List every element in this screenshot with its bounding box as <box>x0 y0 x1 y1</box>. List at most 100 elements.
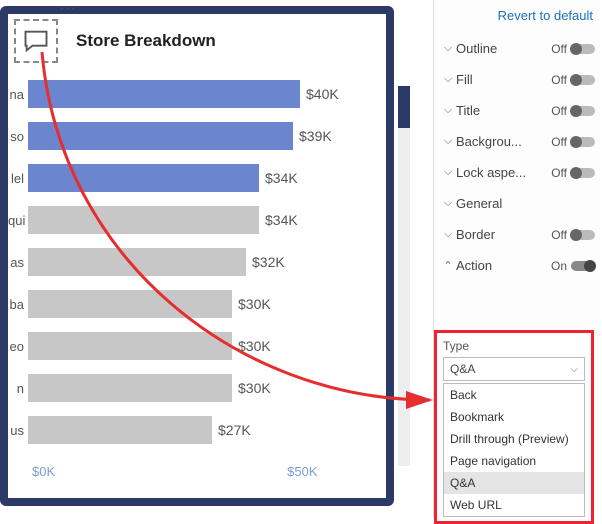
bar-category: so <box>8 129 28 144</box>
dropdown-option[interactable]: Q&A <box>444 472 584 494</box>
x-axis: $0K $50K <box>8 454 386 479</box>
toggle-state-label: Off <box>551 228 567 242</box>
bar-value-label: $32K <box>252 254 285 270</box>
bar-fill[interactable] <box>28 248 246 276</box>
bar-category: eo <box>8 339 28 354</box>
section-general[interactable]: ⌵ General <box>440 188 595 219</box>
axis-tick: $50K <box>287 464 317 479</box>
bar-value-label: $30K <box>238 338 271 354</box>
section-action[interactable]: ⌃ Action On <box>440 250 595 281</box>
section-border[interactable]: ⌵ Border Off <box>440 219 595 250</box>
chevron-down-icon: ⌵ <box>440 197 456 210</box>
bar-category: us <box>8 423 28 438</box>
bar-category: as <box>8 255 28 270</box>
toggle-state-label: Off <box>551 104 567 118</box>
chevron-down-icon: ⌵ <box>440 228 456 241</box>
bar-fill[interactable] <box>28 164 259 192</box>
action-toggle[interactable] <box>571 261 595 271</box>
chevron-down-icon: ⌵ <box>440 135 456 148</box>
bar-track: $39K <box>28 122 386 150</box>
chevron-down-icon: ⌵ <box>440 104 456 117</box>
bar-row: so $39K <box>8 118 386 154</box>
bar-category: na <box>8 87 28 102</box>
chevron-down-icon: ⌵ <box>570 364 578 375</box>
bar-value-label: $30K <box>238 296 271 312</box>
bar-fill[interactable] <box>28 290 232 318</box>
bar-track: $30K <box>28 290 386 318</box>
scrollbar-thumb[interactable] <box>398 86 410 128</box>
bar-category: qui <box>8 213 28 228</box>
bar-category: ba <box>8 297 28 312</box>
title-toggle[interactable] <box>571 106 595 116</box>
bar-value-label: $39K <box>299 128 332 144</box>
toggle-state-label: Off <box>551 166 567 180</box>
qa-shape-button[interactable] <box>14 19 58 63</box>
lock-aspect-toggle[interactable] <box>571 168 595 178</box>
type-select[interactable]: Q&A ⌵ <box>443 357 585 381</box>
bar-row: n$30K <box>8 370 386 406</box>
more-options-button[interactable]: ··· <box>56 0 80 13</box>
bar-chart: na$40Kso$39Klel$34Kqui$34Kas$32Kba$30Keo… <box>8 68 386 448</box>
dropdown-option[interactable]: Drill through (Preview) <box>444 428 584 450</box>
toggle-state-label: Off <box>551 73 567 87</box>
dropdown-option[interactable]: Page navigation <box>444 450 584 472</box>
toggle-state-label: Off <box>551 135 567 149</box>
bar-track: $30K <box>28 374 386 402</box>
bar-fill[interactable] <box>28 332 232 360</box>
axis-tick: $0K <box>32 464 55 479</box>
bar-row: us$27K <box>8 412 386 448</box>
chevron-down-icon: ⌵ <box>440 166 456 179</box>
section-title[interactable]: ⌵ Title Off <box>440 95 595 126</box>
bar-value-label: $40K <box>306 86 339 102</box>
bar-value-label: $34K <box>265 170 298 186</box>
bar-row: na $40K <box>8 76 386 112</box>
section-outline[interactable]: ⌵ Outline Off <box>440 33 595 64</box>
bar-track: $27K <box>28 416 386 444</box>
section-label: Title <box>456 103 551 118</box>
toggle-state-label: On <box>551 259 567 273</box>
bar-track: $34K <box>28 206 386 234</box>
bar-fill[interactable] <box>28 374 232 402</box>
toggle-state-label: Off <box>551 42 567 56</box>
section-label: Action <box>456 258 551 273</box>
bar-row: eo $30K <box>8 328 386 364</box>
bar-fill[interactable] <box>28 80 300 108</box>
section-lock-aspect[interactable]: ⌵ Lock aspe... Off <box>440 157 595 188</box>
section-fill[interactable]: ⌵ Fill Off <box>440 64 595 95</box>
outline-toggle[interactable] <box>571 44 595 54</box>
section-label: General <box>456 196 595 211</box>
section-label: Backgrou... <box>456 134 551 149</box>
card-header: Store Breakdown <box>8 14 386 68</box>
bar-row: lel $34K <box>8 160 386 196</box>
chat-bubble-icon <box>22 27 50 55</box>
section-label: Lock aspe... <box>456 165 551 180</box>
bar-row: as $32K <box>8 244 386 280</box>
bar-fill[interactable] <box>28 416 212 444</box>
fill-toggle[interactable] <box>571 75 595 85</box>
dropdown-option[interactable]: Back <box>444 384 584 406</box>
dropdown-option[interactable]: Web URL <box>444 494 584 516</box>
scrollbar[interactable] <box>398 86 410 466</box>
chevron-down-icon: ⌵ <box>440 73 456 86</box>
border-toggle[interactable] <box>571 230 595 240</box>
section-label: Border <box>456 227 551 242</box>
chevron-down-icon: ⌵ <box>440 42 456 55</box>
type-dropdown[interactable]: BackBookmarkDrill through (Preview)Page … <box>443 383 585 517</box>
type-field-label: Type <box>443 339 585 353</box>
bar-fill[interactable] <box>28 122 293 150</box>
chart-pane: ··· Store Breakdown na $40K so $39K lel $34K q… <box>0 0 420 517</box>
bar-value-label: $34K <box>265 212 298 228</box>
bar-row: ba $30K <box>8 286 386 322</box>
revert-to-default-link[interactable]: Revert to default <box>440 6 595 33</box>
visual-card: Store Breakdown na $40K so $39K lel $34K qui $3… <box>0 6 394 506</box>
bar-track: $30K <box>28 332 386 360</box>
section-background[interactable]: ⌵ Backgrou... Off <box>440 126 595 157</box>
dropdown-option[interactable]: Bookmark <box>444 406 584 428</box>
action-type-panel: Type Q&A ⌵ BackBookmarkDrill through (Pr… <box>434 330 594 524</box>
bar-fill[interactable] <box>28 206 259 234</box>
bar-track: $40K <box>28 80 386 108</box>
bar-category: lel <box>8 171 28 186</box>
bar-track: $32K <box>28 248 386 276</box>
bar-track: $34K <box>28 164 386 192</box>
background-toggle[interactable] <box>571 137 595 147</box>
